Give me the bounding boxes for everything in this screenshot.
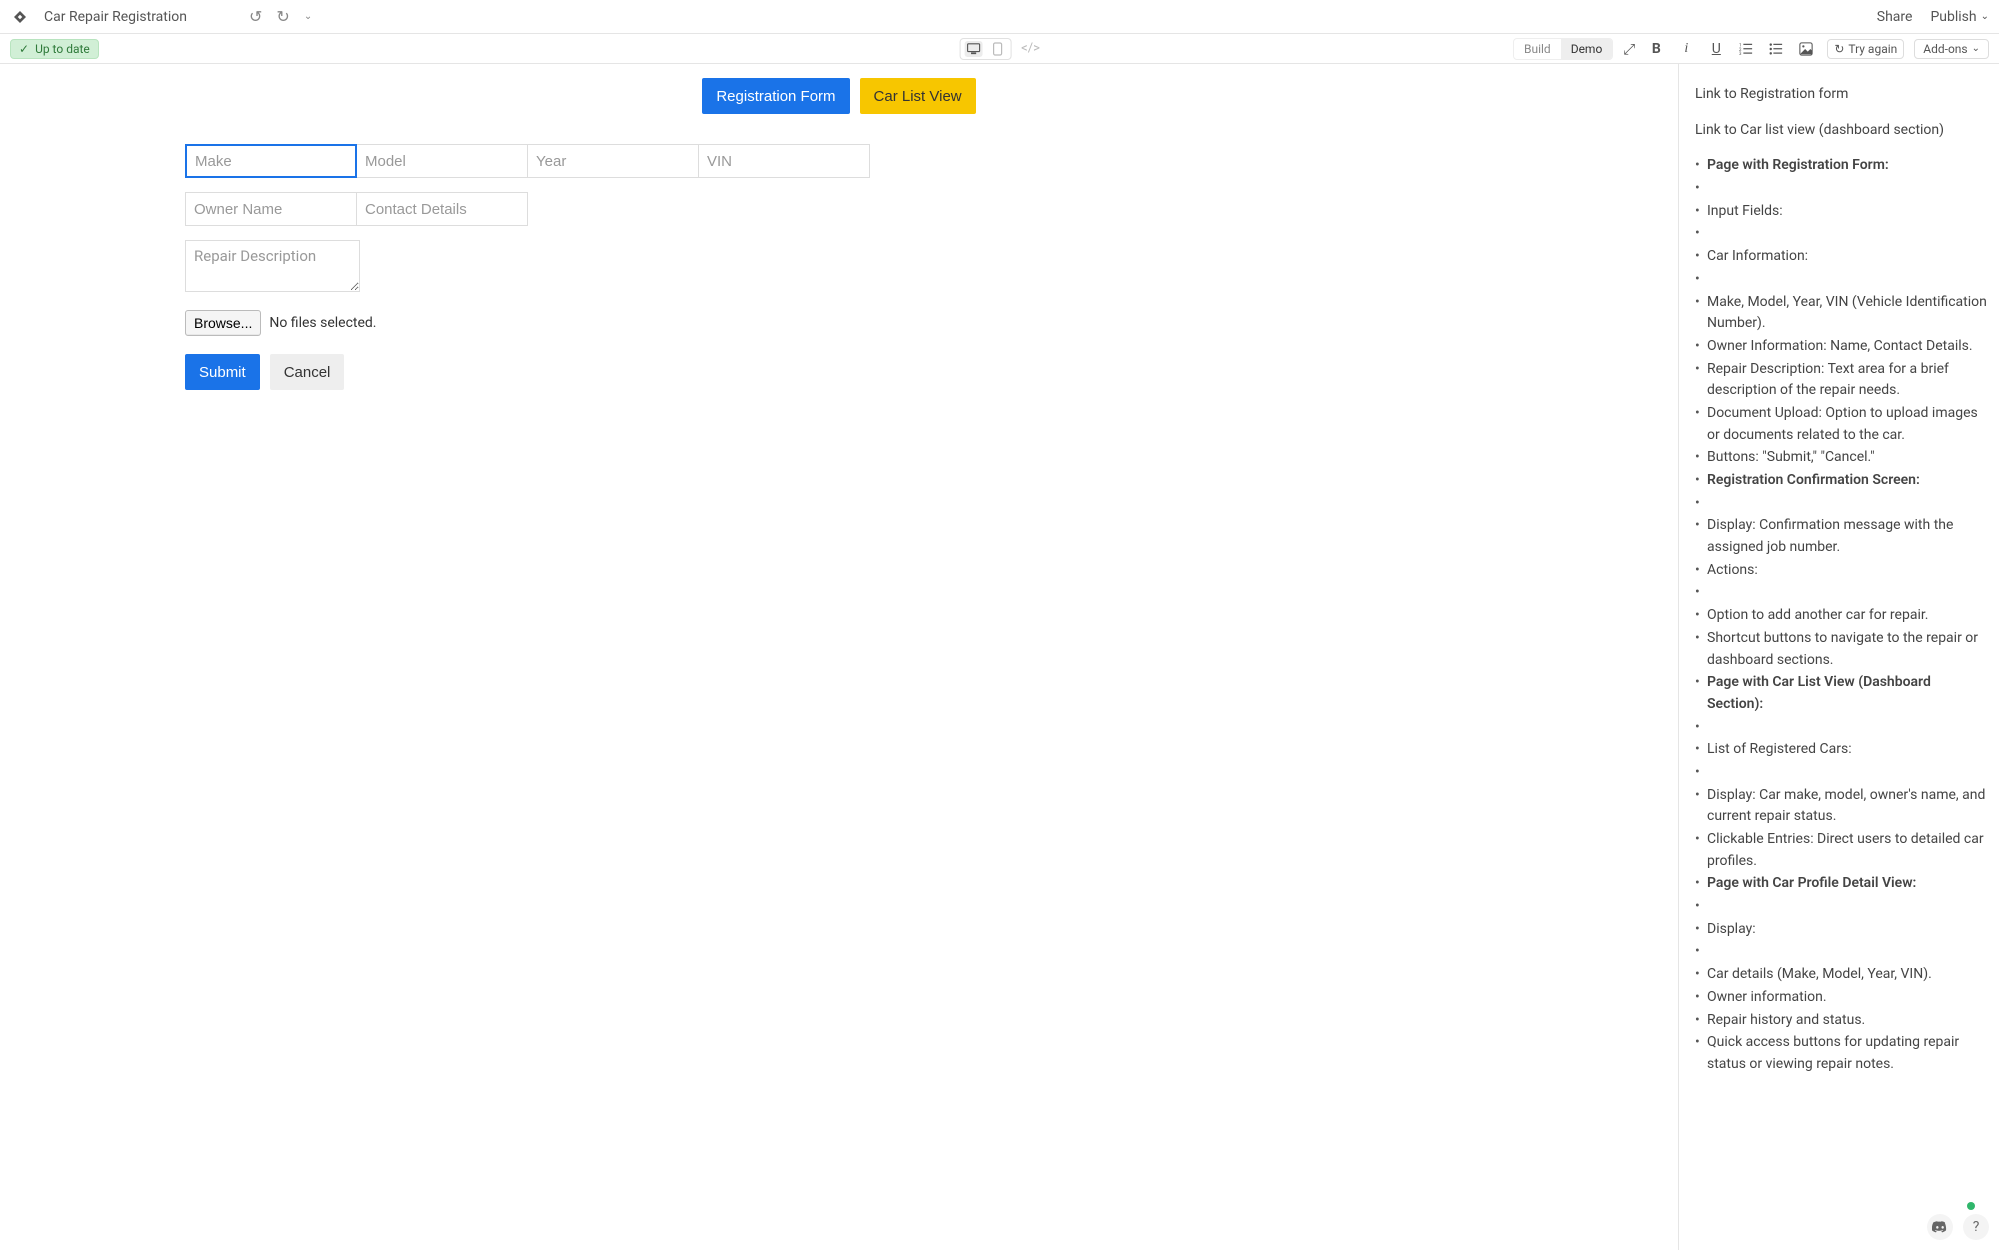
contact-details-input[interactable]	[356, 192, 528, 226]
publish-label: Publish	[1930, 9, 1976, 25]
addons-button[interactable]: Add-ons ⌄	[1914, 39, 1989, 59]
device-toggle	[959, 38, 1011, 60]
svg-text:3: 3	[1739, 52, 1742, 56]
app-logo-icon[interactable]	[10, 7, 30, 27]
refresh-icon: ↻	[1834, 42, 1844, 56]
notes-item: Page with Car Profile Detail View:	[1695, 873, 1987, 895]
notes-link-carlist: Link to Car list view (dashboard section…	[1695, 120, 1987, 142]
browse-button[interactable]: Browse...	[185, 310, 261, 336]
help-icon[interactable]: ?	[1963, 1214, 1989, 1240]
mobile-icon[interactable]	[988, 41, 1006, 57]
notes-item: Shortcut buttons to navigate to the repa…	[1695, 628, 1987, 671]
code-icon[interactable]: </>	[1021, 41, 1040, 56]
status-badge: ✓ Up to date	[10, 39, 99, 59]
notes-item	[1695, 493, 1987, 515]
notes-item: List of Registered Cars:	[1695, 739, 1987, 761]
discord-icon[interactable]	[1927, 1214, 1953, 1240]
status-text: Up to date	[35, 42, 90, 56]
notes-item	[1695, 941, 1987, 963]
notes-item: Display: Confirmation message with the a…	[1695, 515, 1987, 558]
redo-icon[interactable]: ↻	[276, 7, 289, 26]
try-again-label: Try again	[1848, 42, 1897, 56]
notes-item: Display: Car make, model, owner's name, …	[1695, 785, 1987, 828]
registration-form-button[interactable]: Registration Form	[702, 78, 849, 114]
notes-item: Document Upload: Option to upload images…	[1695, 403, 1987, 446]
notes-item	[1695, 223, 1987, 245]
chevron-down-icon: ⌄	[1972, 43, 1980, 54]
main-area: Registration Form Car List View Browse..…	[0, 64, 1999, 1250]
notes-item: Buttons: "Submit," "Cancel."	[1695, 447, 1987, 469]
app-title: Car Repair Registration	[44, 9, 187, 25]
notes-item: Owner Information: Name, Contact Details…	[1695, 336, 1987, 358]
notes-item: Make, Model, Year, VIN (Vehicle Identifi…	[1695, 292, 1987, 335]
canvas-area: Registration Form Car List View Browse..…	[0, 64, 1679, 1250]
notes-item: Car details (Make, Model, Year, VIN).	[1695, 964, 1987, 986]
notes-item: Page with Registration Form:	[1695, 155, 1987, 177]
notes-item	[1695, 582, 1987, 604]
italic-button[interactable]: i	[1675, 38, 1697, 60]
make-input[interactable]	[185, 144, 357, 178]
sub-toolbar: ✓ Up to date </> Build Demo ⤢ B i U 123	[0, 34, 1999, 64]
registration-form: Browse... No files selected. Submit Canc…	[185, 144, 945, 390]
try-again-button[interactable]: ↻ Try again	[1827, 39, 1904, 59]
build-demo-toggle: Build Demo	[1513, 38, 1613, 60]
top-toolbar: Car Repair Registration ↺ ↻ ⌄ Share Publ…	[0, 0, 1999, 34]
notes-list: Page with Registration Form: Input Field…	[1695, 155, 1987, 1075]
check-icon: ✓	[19, 42, 29, 56]
ordered-list-button[interactable]: 123	[1735, 38, 1757, 60]
notes-item: Car Information:	[1695, 246, 1987, 268]
model-input[interactable]	[356, 144, 528, 178]
history-dropdown-icon[interactable]: ⌄	[304, 11, 312, 22]
share-button[interactable]: Share	[1877, 9, 1913, 25]
undo-redo-group: ↺ ↻ ⌄	[249, 7, 312, 26]
chevron-down-icon: ⌄	[1981, 11, 1989, 22]
notes-item	[1695, 762, 1987, 784]
demo-button[interactable]: Demo	[1561, 39, 1613, 59]
notes-item	[1695, 896, 1987, 918]
submit-button[interactable]: Submit	[185, 354, 260, 390]
fab-row: ?	[1927, 1214, 1989, 1240]
underline-button[interactable]: U	[1705, 38, 1727, 60]
vin-input[interactable]	[698, 144, 870, 178]
notes-item	[1695, 269, 1987, 291]
notes-item: Actions:	[1695, 560, 1987, 582]
presence-indicator	[1967, 1202, 1975, 1210]
notes-item: Display:	[1695, 919, 1987, 941]
build-button[interactable]: Build	[1514, 39, 1561, 59]
expand-icon[interactable]: ⤢	[1623, 40, 1635, 58]
repair-description-textarea[interactable]	[185, 240, 360, 292]
publish-button[interactable]: Publish ⌄	[1930, 9, 1989, 25]
notes-link-registration: Link to Registration form	[1695, 84, 1987, 106]
car-list-view-button[interactable]: Car List View	[860, 78, 976, 114]
notes-item: Repair history and status.	[1695, 1010, 1987, 1032]
notes-item: Option to add another car for repair.	[1695, 605, 1987, 627]
image-button[interactable]	[1795, 38, 1817, 60]
cancel-button[interactable]: Cancel	[270, 354, 345, 390]
notes-panel[interactable]: Link to Registration form Link to Car li…	[1679, 64, 1999, 1250]
notes-item: Repair Description: Text area for a brie…	[1695, 359, 1987, 402]
notes-item: Registration Confirmation Screen:	[1695, 470, 1987, 492]
notes-item: Input Fields:	[1695, 201, 1987, 223]
year-input[interactable]	[527, 144, 699, 178]
desktop-icon[interactable]	[964, 41, 982, 57]
notes-item	[1695, 178, 1987, 200]
share-label: Share	[1877, 9, 1913, 25]
undo-icon[interactable]: ↺	[249, 7, 262, 26]
notes-item: Owner information.	[1695, 987, 1987, 1009]
owner-name-input[interactable]	[185, 192, 357, 226]
unordered-list-button[interactable]	[1765, 38, 1787, 60]
notes-item: Page with Car List View (Dashboard Secti…	[1695, 672, 1987, 715]
format-group: B i U 123	[1645, 38, 1817, 60]
file-status-text: No files selected.	[269, 315, 376, 331]
notes-item	[1695, 717, 1987, 739]
notes-item: Clickable Entries: Direct users to detai…	[1695, 829, 1987, 872]
addons-label: Add-ons	[1923, 42, 1967, 56]
nav-buttons: Registration Form Car List View	[0, 78, 1678, 114]
notes-item: Quick access buttons for updating repair…	[1695, 1032, 1987, 1075]
bold-button[interactable]: B	[1645, 38, 1667, 60]
